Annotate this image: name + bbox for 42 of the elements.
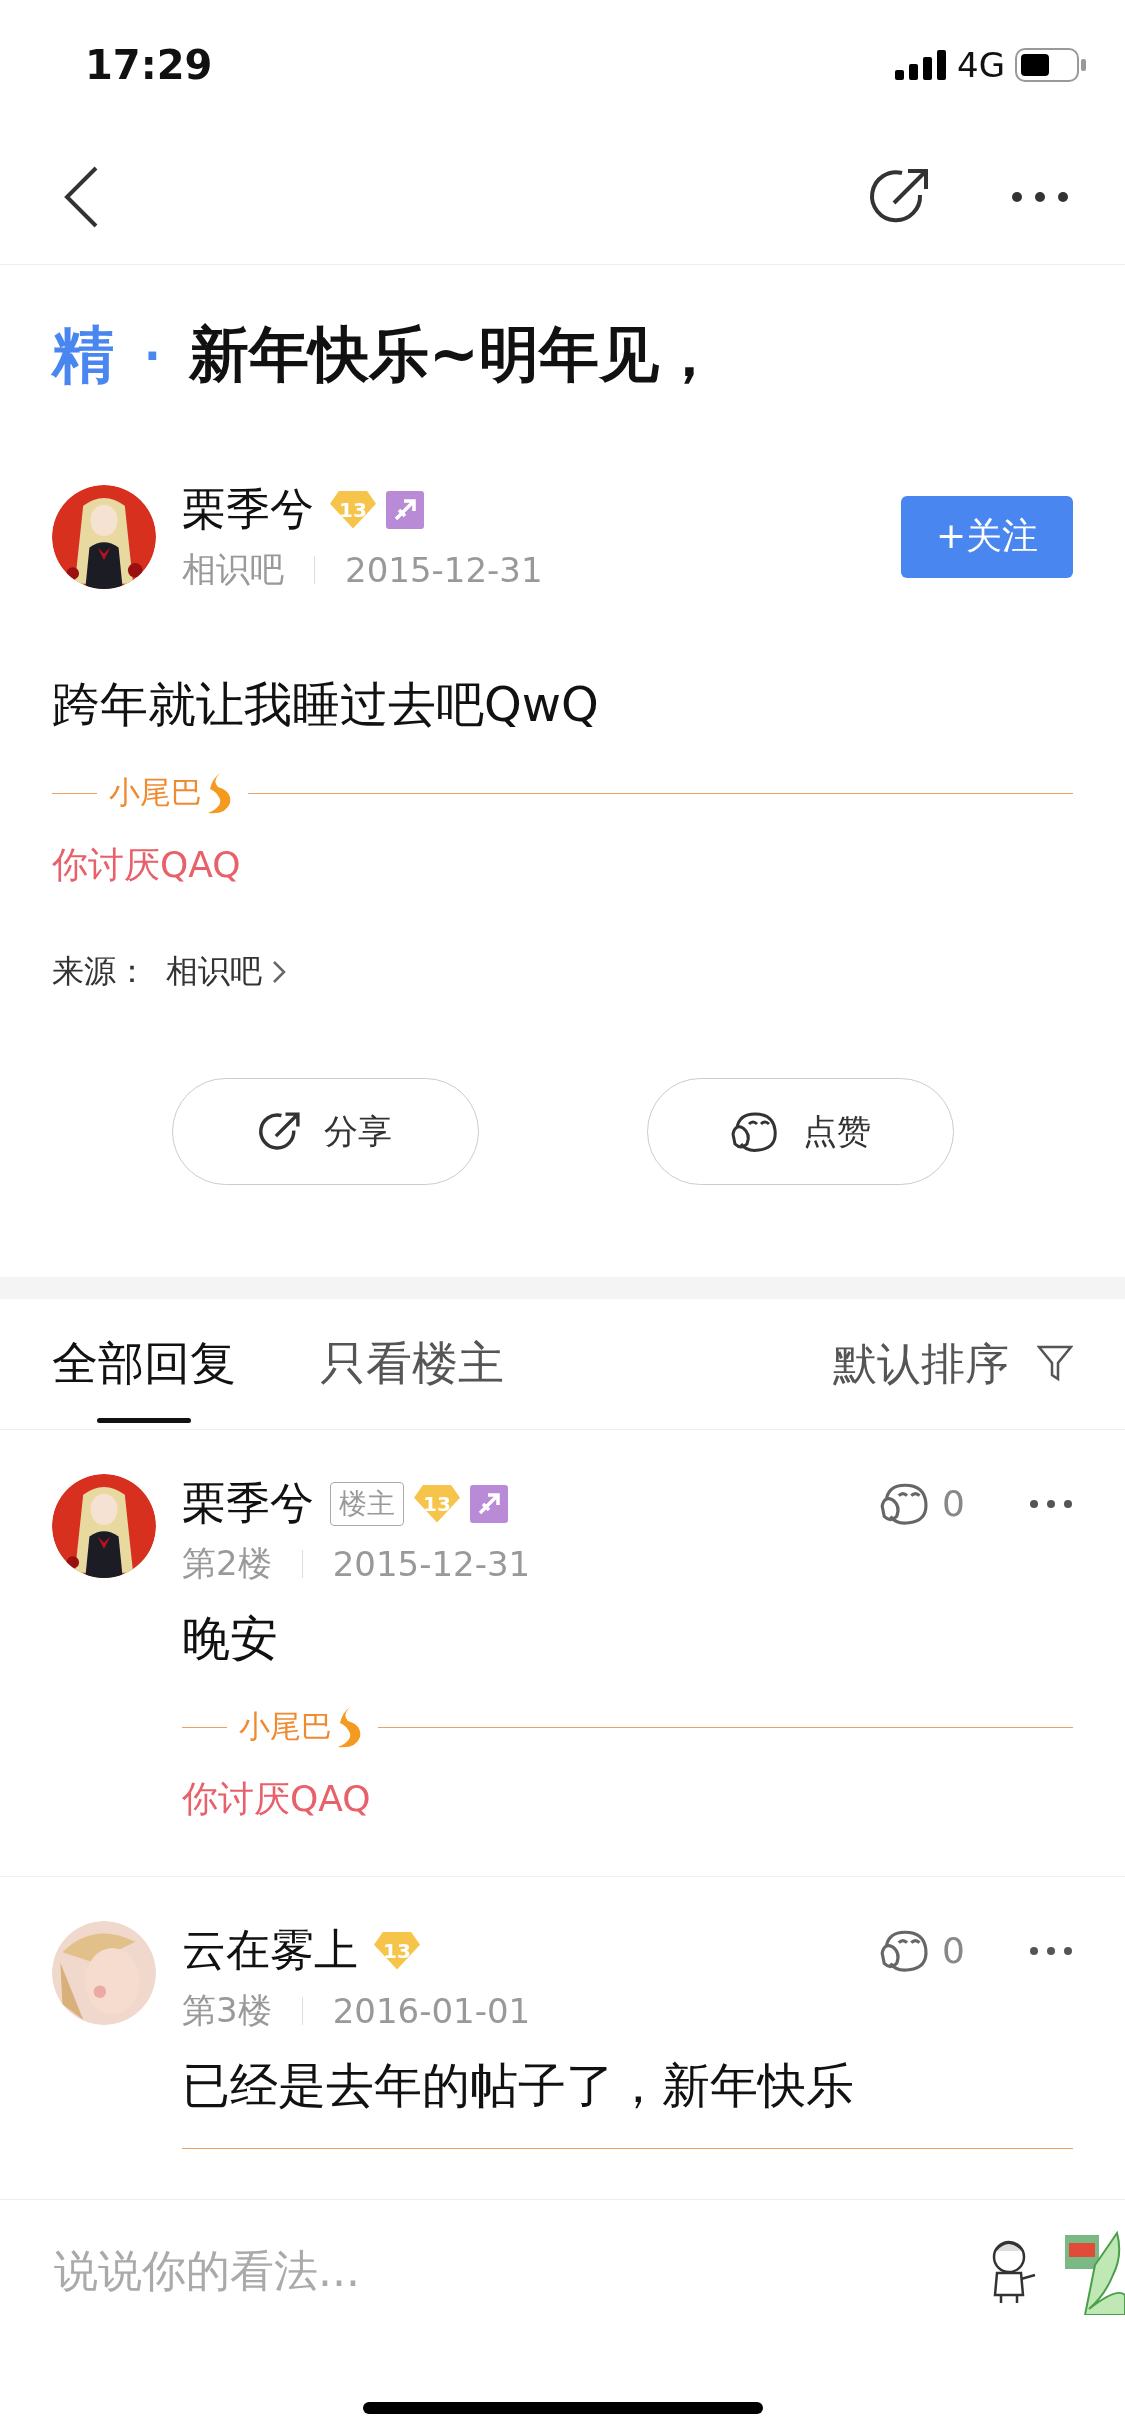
comment-field[interactable]: 说说你的看法... xyxy=(52,2243,961,2297)
tail-text: 你讨厌QAQ xyxy=(51,843,242,887)
post-title: 新年快乐~明年见， xyxy=(188,317,719,391)
source-label: 来源： xyxy=(52,951,148,992)
sort-label[interactable]: 默认排序 xyxy=(833,1334,1009,1394)
like-button[interactable]: 点赞 xyxy=(646,1078,954,1185)
floor-number: 第2楼 xyxy=(182,1542,272,1585)
tail-label: 小尾巴 xyxy=(239,1707,332,1746)
reply-body: 晚安 xyxy=(182,1609,279,1668)
op-tag: 楼主 xyxy=(330,1481,404,1526)
like-count: 0 xyxy=(942,1930,965,1971)
source-link[interactable]: 相识吧 xyxy=(166,950,262,994)
signal-icon xyxy=(895,50,947,80)
more-icon[interactable] xyxy=(1029,1498,1073,1509)
level-badge: 13 xyxy=(330,490,376,529)
title-separator: · xyxy=(144,329,161,381)
reply-tab[interactable]: 全部回复 xyxy=(52,1299,236,1429)
featured-label: 精 xyxy=(52,317,114,393)
tail-text: 你讨厌QAQ xyxy=(182,1777,372,1821)
post-date: 2015-12-31 xyxy=(345,550,543,590)
chevron-icon xyxy=(272,960,286,984)
more-icon[interactable] xyxy=(1029,1945,1073,1956)
reply-author[interactable]: 栗季兮 xyxy=(182,1474,314,1533)
reply-date: 2016-01-01 xyxy=(332,1991,531,2031)
share-button[interactable]: 分享 xyxy=(171,1078,479,1185)
follow-button[interactable]: +关注 xyxy=(901,495,1073,578)
status-time: 17:29 xyxy=(85,42,213,88)
more-icon[interactable] xyxy=(1010,190,1070,204)
filter-icon[interactable] xyxy=(1037,1345,1073,1383)
reply-body: 已经是去年的帖子了，新年快乐 xyxy=(182,2056,855,2115)
battery-icon xyxy=(1015,48,1087,82)
floor-number: 第3楼 xyxy=(182,1989,272,2032)
level-badge: 13 xyxy=(414,1484,460,1523)
reply-date: 2015-12-31 xyxy=(332,1544,531,1584)
tail-label: 小尾巴 xyxy=(109,773,202,812)
reply-author[interactable]: 云在雾上 xyxy=(182,1921,358,1980)
reply-tab[interactable]: 只看楼主 xyxy=(320,1299,504,1429)
like-count: 0 xyxy=(942,1483,965,1524)
author-name[interactable]: 栗季兮 xyxy=(182,480,314,539)
network-label: 4G xyxy=(957,45,1005,85)
level-badge: 13 xyxy=(374,1931,420,1970)
post-body: 跨年就让我睡过去吧QwQ xyxy=(51,675,600,734)
